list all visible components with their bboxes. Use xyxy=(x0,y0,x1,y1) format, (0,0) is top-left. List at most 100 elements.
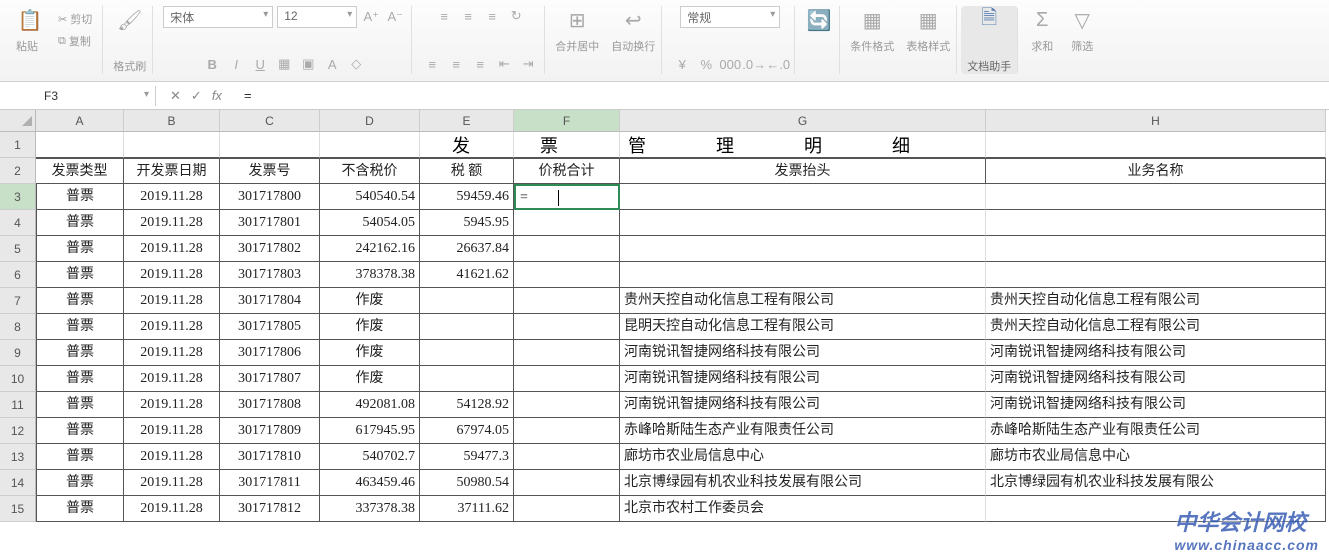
table-style-button[interactable]: 表格样式 xyxy=(906,38,950,54)
header-A[interactable]: 发票类型 xyxy=(36,158,124,184)
cell-E12[interactable]: 67974.05 xyxy=(420,418,514,444)
col-header-F[interactable]: F xyxy=(514,110,620,132)
title-cell[interactable] xyxy=(124,132,220,158)
header-G[interactable]: 发票抬头 xyxy=(620,158,986,184)
decrease-decimal-icon[interactable]: ←.0 xyxy=(768,54,788,74)
type-icon[interactable]: 🔄 xyxy=(805,6,833,34)
cell-G3[interactable] xyxy=(620,184,986,210)
font-size-select[interactable]: 12 xyxy=(277,6,357,28)
cell-E10[interactable] xyxy=(420,366,514,392)
paste-button[interactable]: 粘贴 xyxy=(16,38,44,54)
cell-A6[interactable]: 普票 xyxy=(36,262,124,288)
cell-B7[interactable]: 2019.11.28 xyxy=(124,288,220,314)
cell-D15[interactable]: 337378.38 xyxy=(320,496,420,522)
cut-button[interactable]: ✂剪切 xyxy=(54,9,96,29)
cell-E3[interactable]: 59459.46 xyxy=(420,184,514,210)
cell-C3[interactable]: 301717800 xyxy=(220,184,320,210)
cell-D4[interactable]: 54054.05 xyxy=(320,210,420,236)
cancel-formula-icon[interactable]: ✕ xyxy=(170,88,181,104)
col-header-B[interactable]: B xyxy=(124,110,220,132)
cell-A13[interactable]: 普票 xyxy=(36,444,124,470)
percent-icon[interactable]: % xyxy=(696,54,716,74)
title-cell[interactable] xyxy=(620,132,986,158)
cond-format-button[interactable]: 条件格式 xyxy=(850,38,894,54)
cell-G12[interactable]: 赤峰哈斯陆生态产业有限责任公司 xyxy=(620,418,986,444)
cell-F7[interactable] xyxy=(514,288,620,314)
cell-F6[interactable] xyxy=(514,262,620,288)
cell-D12[interactable]: 617945.95 xyxy=(320,418,420,444)
cell-F14[interactable] xyxy=(514,470,620,496)
cell-D6[interactable]: 378378.38 xyxy=(320,262,420,288)
row-header-6[interactable]: 6 xyxy=(0,262,36,288)
row-header-10[interactable]: 10 xyxy=(0,366,36,392)
row-header-12[interactable]: 12 xyxy=(0,418,36,444)
cell-A10[interactable]: 普票 xyxy=(36,366,124,392)
fill-color-button[interactable]: ▣ xyxy=(298,54,318,74)
col-header-E[interactable]: E xyxy=(420,110,514,132)
cell-E14[interactable]: 50980.54 xyxy=(420,470,514,496)
cell-A14[interactable]: 普票 xyxy=(36,470,124,496)
format-painter-button[interactable]: 格式刷 xyxy=(113,58,146,74)
cell-H6[interactable] xyxy=(986,262,1326,288)
col-header-C[interactable]: C xyxy=(220,110,320,132)
font-color-button[interactable]: A xyxy=(322,54,342,74)
cell-C6[interactable]: 301717803 xyxy=(220,262,320,288)
cell-F8[interactable] xyxy=(514,314,620,340)
cell-C4[interactable]: 301717801 xyxy=(220,210,320,236)
row-header-2[interactable]: 2 xyxy=(0,158,36,184)
merge-icon[interactable]: ⊞ xyxy=(563,6,591,34)
cell-F15[interactable] xyxy=(514,496,620,522)
row-header-5[interactable]: 5 xyxy=(0,236,36,262)
cell-G11[interactable]: 河南锐讯智捷网络科技有限公司 xyxy=(620,392,986,418)
cond-format-icon[interactable]: ▦ xyxy=(858,6,886,34)
row-header-4[interactable]: 4 xyxy=(0,210,36,236)
border-button[interactable]: ▦ xyxy=(274,54,294,74)
cell-H4[interactable] xyxy=(986,210,1326,236)
number-format-select[interactable]: 常规 xyxy=(680,6,780,28)
cell-D8[interactable]: 作废 xyxy=(320,314,420,340)
row-header-13[interactable]: 13 xyxy=(0,444,36,470)
cell-G5[interactable] xyxy=(620,236,986,262)
cell-F11[interactable] xyxy=(514,392,620,418)
align-top-icon[interactable]: ≡ xyxy=(434,6,454,26)
cell-G13[interactable]: 廊坊市农业局信息中心 xyxy=(620,444,986,470)
cell-H10[interactable]: 河南锐讯智捷网络科技有限公司 xyxy=(986,366,1326,392)
cell-G6[interactable] xyxy=(620,262,986,288)
cell-A8[interactable]: 普票 xyxy=(36,314,124,340)
filter-icon[interactable]: ▽ xyxy=(1068,6,1096,34)
table-style-icon[interactable]: ▦ xyxy=(914,6,942,34)
cell-A9[interactable]: 普票 xyxy=(36,340,124,366)
cell-F5[interactable] xyxy=(514,236,620,262)
title-cell[interactable] xyxy=(320,132,420,158)
cell-B14[interactable]: 2019.11.28 xyxy=(124,470,220,496)
row-header-9[interactable]: 9 xyxy=(0,340,36,366)
cell-E5[interactable]: 26637.84 xyxy=(420,236,514,262)
cell-H8[interactable]: 贵州天控自动化信息工程有限公司 xyxy=(986,314,1326,340)
row-header-7[interactable]: 7 xyxy=(0,288,36,314)
cell-H14[interactable]: 北京博绿园有机农业科技发展有限公 xyxy=(986,470,1326,496)
title-cell[interactable] xyxy=(420,132,514,158)
wrap-text-button[interactable]: 自动换行 xyxy=(611,38,655,54)
font-name-select[interactable]: 宋体 xyxy=(163,6,273,28)
title-cell[interactable] xyxy=(36,132,124,158)
col-header-H[interactable]: H xyxy=(986,110,1326,132)
cell-A5[interactable]: 普票 xyxy=(36,236,124,262)
header-E[interactable]: 税 额 xyxy=(420,158,514,184)
cell-B12[interactable]: 2019.11.28 xyxy=(124,418,220,444)
cell-A15[interactable]: 普票 xyxy=(36,496,124,522)
cell-C14[interactable]: 301717811 xyxy=(220,470,320,496)
bold-button[interactable]: B xyxy=(202,54,222,74)
cell-B8[interactable]: 2019.11.28 xyxy=(124,314,220,340)
cell-B13[interactable]: 2019.11.28 xyxy=(124,444,220,470)
title-cell[interactable] xyxy=(514,132,620,158)
row-header-1[interactable]: 1 xyxy=(0,132,36,158)
header-B[interactable]: 开发票日期 xyxy=(124,158,220,184)
col-header-D[interactable]: D xyxy=(320,110,420,132)
cell-A4[interactable]: 普票 xyxy=(36,210,124,236)
currency-icon[interactable]: ¥ xyxy=(672,54,692,74)
cell-G4[interactable] xyxy=(620,210,986,236)
wrap-icon[interactable]: ↩ xyxy=(619,6,647,34)
underline-button[interactable]: U xyxy=(250,54,270,74)
cell-D13[interactable]: 540702.7 xyxy=(320,444,420,470)
cell-C9[interactable]: 301717806 xyxy=(220,340,320,366)
